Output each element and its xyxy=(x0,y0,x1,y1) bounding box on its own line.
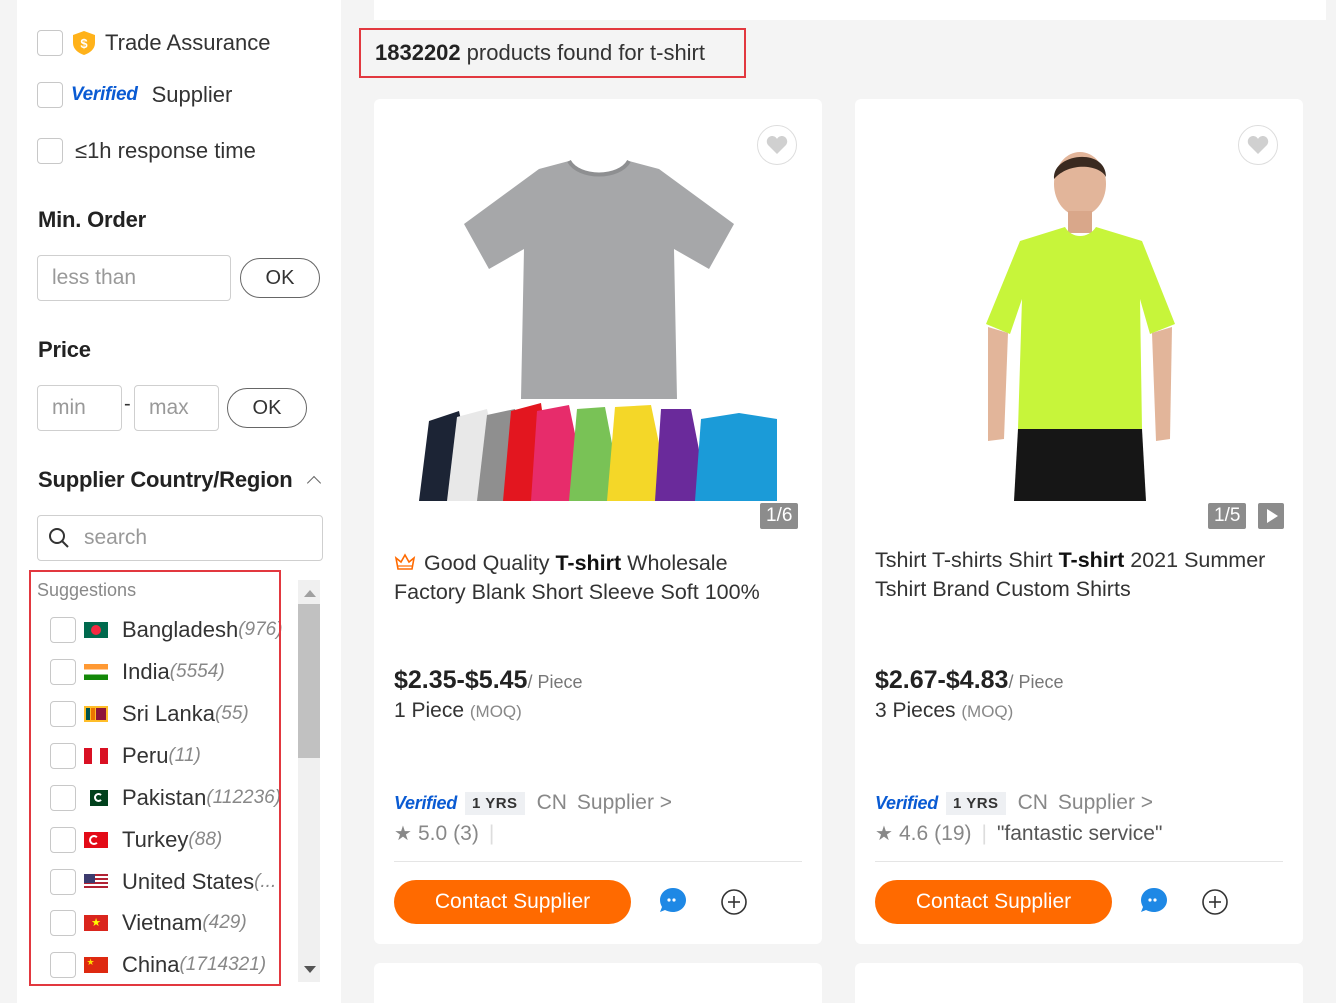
verified-supplier-label: Supplier xyxy=(151,82,233,107)
product-title[interactable]: Good Quality T-shirt Wholesale Factory B… xyxy=(394,549,804,607)
search-icon xyxy=(49,528,69,548)
supplier-link[interactable]: Supplier > xyxy=(1058,791,1153,815)
trade-assurance-icon: $ xyxy=(73,31,95,55)
product-price: $2.35-$5.45/ Piece xyxy=(394,666,582,695)
price-min-input[interactable]: min xyxy=(37,385,122,431)
contact-supplier-button[interactable]: Contact Supplier xyxy=(394,880,631,924)
response-time-checkbox[interactable] xyxy=(37,138,63,164)
trade-assurance-filter[interactable]: $ Trade Assurance xyxy=(37,30,271,56)
years-badge: 1 YRS xyxy=(945,791,1006,815)
supplier-info: Verified 1 YRS CN Supplier > xyxy=(875,791,1153,815)
rating-reviews[interactable]: (3) xyxy=(453,822,479,846)
rating-reviews[interactable]: (19) xyxy=(934,822,971,846)
star-icon: ★ xyxy=(875,823,893,845)
price-range: $2.35-$5.45 xyxy=(394,666,528,694)
scroll-up-icon[interactable] xyxy=(304,590,316,597)
country-search-placeholder: search xyxy=(84,526,148,549)
years-badge: 1 YRS xyxy=(464,791,525,815)
verified-badge: Verified xyxy=(71,84,138,105)
product-card[interactable]: 1/5 Tshirt T-shirts Shirt T-shirt 2021 S… xyxy=(855,99,1303,944)
min-order-input[interactable]: less than xyxy=(37,255,231,301)
sidebar-gutter xyxy=(0,0,17,1003)
price-unit: / Piece xyxy=(1008,672,1064,692)
verified-badge: Verified xyxy=(394,792,457,813)
contact-supplier-button[interactable]: Contact Supplier xyxy=(875,880,1112,924)
rating-info: ★ 4.6 (19) | "fantastic service" xyxy=(875,821,1162,846)
favorite-heart-icon[interactable] xyxy=(1238,125,1278,165)
price-max-input[interactable]: max xyxy=(134,385,219,431)
price-min-placeholder: min xyxy=(52,396,86,419)
trade-assurance-checkbox[interactable] xyxy=(37,30,63,56)
price-title: Price xyxy=(38,337,91,362)
product-price: $2.67-$4.83/ Piece xyxy=(875,666,1063,695)
country-filter-title: Supplier Country/Region xyxy=(38,467,293,492)
svg-text:$: $ xyxy=(80,36,88,51)
image-counter: 1/6 xyxy=(760,503,799,529)
moq-tag: (MOQ) xyxy=(469,702,522,721)
country-filter-header[interactable]: Supplier Country/Region xyxy=(38,467,321,493)
title-pre: Tshirt T-shirts Shirt xyxy=(875,548,1059,572)
supplier-country: CN xyxy=(536,791,567,814)
country-search-input[interactable]: search xyxy=(37,515,323,561)
card-divider xyxy=(875,861,1283,862)
product-image[interactable] xyxy=(419,139,777,501)
product-title[interactable]: Tshirt T-shirts Shirt T-shirt 2021 Summe… xyxy=(875,546,1285,604)
price-ok-button[interactable]: OK xyxy=(227,388,307,428)
verified-supplier-filter[interactable]: Verified Supplier xyxy=(37,82,232,108)
chat-icon[interactable] xyxy=(1139,886,1169,914)
scroll-down-icon[interactable] xyxy=(304,966,316,973)
country-suggestions-highlight xyxy=(29,570,281,986)
suggestions-scroll-thumb[interactable] xyxy=(298,604,320,758)
verified-badge: Verified xyxy=(875,792,938,813)
product-moq: 1 Piece (MOQ) xyxy=(394,699,522,723)
add-to-compare-icon[interactable] xyxy=(1201,888,1229,916)
filter-sidebar: $ Trade Assurance Verified Supplier ≤1h … xyxy=(17,0,341,1003)
trade-assurance-label: Trade Assurance xyxy=(105,30,271,55)
results-count-banner: 1832202 products found for t-shirt xyxy=(359,28,746,78)
product-moq: 3 Pieces (MOQ) xyxy=(875,699,1013,723)
results-text: products found for xyxy=(466,40,644,65)
card-divider xyxy=(394,861,802,862)
rating-separator: | xyxy=(981,821,987,845)
review-quote: "fantastic service" xyxy=(996,821,1163,845)
product-card-next[interactable] xyxy=(855,963,1303,1003)
response-time-filter[interactable]: ≤1h response time xyxy=(37,138,256,164)
supplier-country: CN xyxy=(1017,791,1048,814)
price-range: $2.67-$4.83 xyxy=(875,666,1009,694)
moq-value: 3 Pieces xyxy=(875,699,956,722)
min-order-ok-button[interactable]: OK xyxy=(240,258,320,298)
star-icon: ★ xyxy=(394,823,412,845)
price-unit: / Piece xyxy=(527,672,583,692)
title-keyword: T-shirt xyxy=(1058,548,1125,572)
min-order-title: Min. Order xyxy=(38,207,147,232)
rating-info: ★ 5.0 (3) | xyxy=(394,821,504,846)
add-to-compare-icon[interactable] xyxy=(720,888,748,916)
min-order-placeholder: less than xyxy=(52,266,137,289)
supplier-info: Verified 1 YRS CN Supplier > xyxy=(394,791,672,815)
price-max-placeholder: max xyxy=(149,396,189,419)
product-card[interactable]: 1/6 Good Quality T-shirt Wholesale Facto… xyxy=(374,99,822,944)
results-keyword: t-shirt xyxy=(650,40,705,65)
image-counter: 1/5 xyxy=(1208,503,1247,529)
moq-tag: (MOQ) xyxy=(961,702,1014,721)
favorite-heart-icon[interactable] xyxy=(757,125,797,165)
supplier-link[interactable]: Supplier > xyxy=(577,791,672,815)
crown-icon xyxy=(394,553,416,570)
rating-score: 4.6 xyxy=(898,821,929,845)
play-video-icon[interactable] xyxy=(1258,503,1284,529)
product-image[interactable] xyxy=(900,139,1258,501)
price-separator: - xyxy=(124,393,131,415)
moq-value: 1 Piece xyxy=(394,699,465,722)
rating-score: 5.0 xyxy=(417,821,448,845)
title-keyword: T-shirt xyxy=(555,551,622,575)
chat-icon[interactable] xyxy=(658,886,688,914)
top-strip xyxy=(374,0,1326,20)
response-time-label: ≤1h response time xyxy=(75,138,256,163)
verified-supplier-checkbox[interactable] xyxy=(37,82,63,108)
product-card-next[interactable] xyxy=(374,963,822,1003)
results-count: 1832202 xyxy=(375,40,461,65)
rating-separator: | xyxy=(488,821,495,845)
title-pre: Good Quality xyxy=(424,551,556,575)
chevron-up-icon xyxy=(306,475,321,491)
